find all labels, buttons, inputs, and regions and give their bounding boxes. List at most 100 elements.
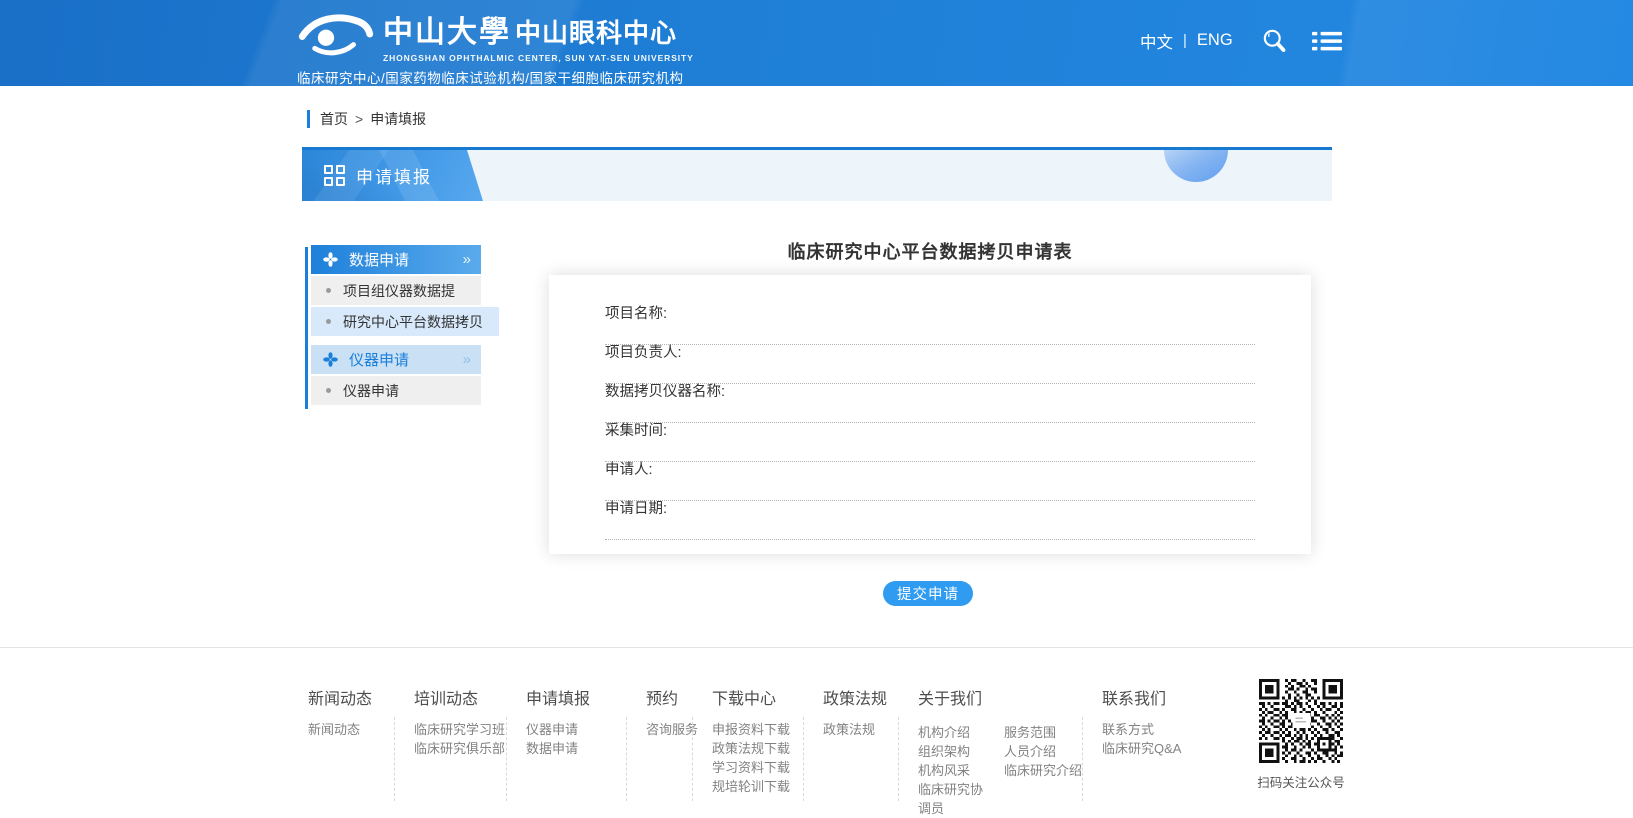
breadcrumb-home-link[interactable]: 首页 (320, 109, 348, 129)
footer-link[interactable]: 政策法规下载 (712, 742, 803, 755)
project-leader-input[interactable] (605, 369, 1255, 384)
applicant-input[interactable] (605, 486, 1255, 501)
qr-caption: 扫码关注公众号 (1246, 772, 1356, 791)
petal-icon (323, 252, 338, 267)
sidebar-item-label: 项目组仪器数据提 (343, 281, 455, 301)
footer-col-title[interactable]: 下载中心 (712, 685, 803, 709)
footer-link[interactable]: 数据申请 (526, 742, 626, 755)
footer-link[interactable]: 申报资料下载 (712, 723, 803, 736)
footer-link[interactable]: 政策法规 (823, 723, 898, 736)
footer-link[interactable]: 组织架构 (918, 742, 988, 761)
brand-name: 中山眼科中心 (515, 13, 677, 50)
bullet-icon (326, 319, 331, 324)
footer-link[interactable]: 服务范围 (1004, 723, 1082, 742)
footer-link[interactable]: 临床研究俱乐部 (414, 742, 506, 755)
banner-semicircle-decoration (1164, 150, 1228, 182)
project-name-input[interactable] (605, 330, 1255, 345)
qr-code-image (1259, 679, 1343, 763)
sidebar-item-label: 仪器申请 (343, 381, 399, 401)
sidebar-item-label: 研究中心平台数据拷贝 (343, 312, 483, 332)
breadcrumb-separator: > (355, 111, 363, 127)
submit-button[interactable]: 提交申请 (883, 581, 973, 606)
sidebar-rail-decoration (305, 247, 308, 409)
footer-col-about: 关于我们 机构介绍 组织架构 机构风采 临床研究协调员 服务范围 人员介绍 临床… (898, 685, 1082, 803)
footer-col-title[interactable]: 政策法规 (823, 685, 898, 709)
bullet-icon (326, 288, 331, 293)
form-field-project-name: 项目名称: (605, 307, 1255, 345)
field-label: 数据拷贝仪器名称: (605, 385, 1255, 400)
form-field-instrument-name: 数据拷贝仪器名称: (605, 385, 1255, 423)
footer-link[interactable]: 人员介绍 (1004, 742, 1082, 761)
field-label: 项目名称: (605, 307, 1255, 322)
field-label: 申请日期: (605, 502, 1255, 517)
instrument-name-input[interactable] (605, 408, 1255, 423)
sidebar-group-label: 数据申请 (349, 249, 409, 270)
footer-link[interactable]: 临床研究协调员 (918, 780, 988, 818)
footer-link[interactable]: 学习资料下载 (712, 761, 803, 774)
menu-list-icon[interactable] (1312, 29, 1342, 53)
footer-col-news: 新闻动态 新闻动态 (308, 685, 394, 803)
search-icon[interactable] (1261, 27, 1288, 54)
footer-link[interactable]: 联系方式 (1102, 723, 1212, 736)
brand-calligraphy: 中山大學 (383, 7, 511, 51)
footer-link[interactable]: 机构介绍 (918, 723, 988, 742)
eye-logo-icon (297, 9, 375, 59)
footer-col-title[interactable]: 新闻动态 (308, 685, 394, 709)
collection-time-input[interactable] (605, 447, 1255, 462)
petal-icon (323, 352, 338, 367)
footer-col-title[interactable]: 联系我们 (1102, 685, 1212, 709)
footer-link[interactable]: 咨询服务 (646, 723, 692, 736)
banner-title-row: 申请填报 (324, 150, 432, 201)
footer-col-title[interactable]: 申请填报 (526, 685, 626, 709)
footer-col-title[interactable]: 培训动态 (414, 685, 506, 709)
footer-link[interactable]: 仪器申请 (526, 723, 626, 736)
header-actions: 中文 | ENG (1140, 27, 1342, 54)
footer-col-reservation: 预约 咨询服务 (626, 685, 692, 803)
footer-link[interactable]: 临床研究介绍 (1004, 761, 1082, 780)
form-field-collection-time: 采集时间: (605, 424, 1255, 462)
footer-link[interactable]: 临床研究学习班 (414, 723, 506, 736)
footer-link[interactable]: 机构风采 (918, 761, 988, 780)
lang-en-link[interactable]: ENG (1197, 31, 1233, 50)
brand-english: ZHONGSHAN OPHTHALMIC CENTER, SUN YAT-SEN… (383, 53, 694, 63)
brand-subtitle: 临床研究中心/国家药物临床试验机构/国家干细胞临床研究机构 (297, 67, 694, 86)
application-form-card: 项目名称: 项目负责人: 数据拷贝仪器名称: 采集时间: 申请人: 申请日期: (549, 275, 1311, 554)
application-date-input[interactable] (605, 525, 1255, 540)
footer-col-contact: 联系我们 联系方式 临床研究Q&A (1082, 685, 1212, 803)
sidebar-group-data-application[interactable]: 数据申请 » (311, 245, 481, 274)
banner-title: 申请填报 (356, 163, 432, 188)
lang-cn-link[interactable]: 中文 (1140, 29, 1173, 53)
footer-col-application: 申请填报 仪器申请 数据申请 (506, 685, 626, 803)
footer-link[interactable]: 新闻动态 (308, 723, 394, 736)
form-field-application-date: 申请日期: (605, 502, 1255, 540)
form-field-project-leader: 项目负责人: (605, 346, 1255, 384)
bullet-icon (326, 388, 331, 393)
footer-col-training: 培训动态 临床研究学习班 临床研究俱乐部 (394, 685, 506, 803)
footer-col-title[interactable]: 预约 (646, 685, 692, 709)
form-field-applicant: 申请人: (605, 463, 1255, 501)
sidebar-item-platform-data-copy[interactable]: 研究中心平台数据拷贝 (311, 307, 499, 336)
page-banner: 申请填报 (302, 147, 1332, 201)
sidebar-group-label: 仪器申请 (349, 349, 409, 370)
sidebar-nav: 数据申请 » 项目组仪器数据提 研究中心平台数据拷贝 仪器申请 » (305, 245, 499, 407)
chevron-right-icon: » (463, 352, 471, 367)
footer-col-download: 下载中心 申报资料下载 政策法规下载 学习资料下载 规培轮训下载 (692, 685, 803, 803)
sidebar-item-instrument-application[interactable]: 仪器申请 (311, 376, 481, 405)
breadcrumb: 首页 > 申请填报 (307, 110, 426, 128)
field-label: 项目负责人: (605, 346, 1255, 361)
sidebar-group-instrument-application[interactable]: 仪器申请 » (311, 345, 481, 374)
footer-col-title[interactable]: 关于我们 (918, 685, 1082, 709)
footer-link[interactable]: 临床研究Q&A (1102, 742, 1212, 755)
qr-block: 扫码关注公众号 (1246, 679, 1356, 803)
field-label: 申请人: (605, 463, 1255, 478)
lang-divider: | (1183, 32, 1187, 49)
footer-link[interactable]: 规培轮训下载 (712, 780, 803, 793)
grid-icon (324, 165, 345, 186)
page: 中山大學 中山眼科中心 ZHONGSHAN OPHTHALMIC CENTER,… (0, 0, 1633, 803)
breadcrumb-current: 申请填报 (370, 109, 426, 129)
site-footer: 新闻动态 新闻动态 培训动态 临床研究学习班 临床研究俱乐部 申请填报 仪器申请… (0, 647, 1633, 803)
brand[interactable]: 中山大學 中山眼科中心 ZHONGSHAN OPHTHALMIC CENTER,… (297, 7, 694, 86)
sidebar-item-project-instrument-data[interactable]: 项目组仪器数据提 (311, 276, 481, 305)
chevron-right-icon: » (463, 252, 471, 267)
form-title: 临床研究中心平台数据拷贝申请表 (549, 238, 1311, 264)
